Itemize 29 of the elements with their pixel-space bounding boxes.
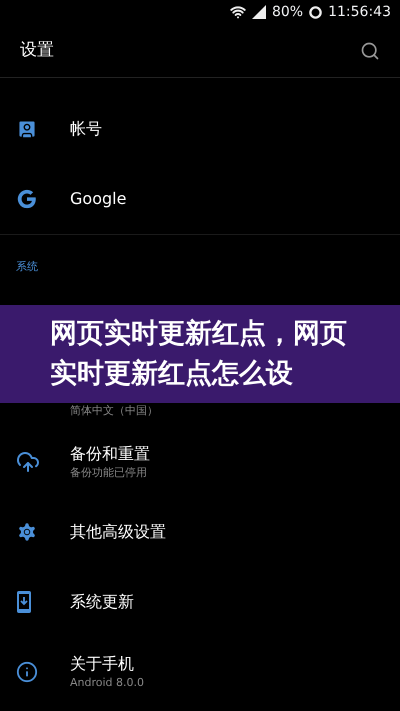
item-subtitle: 备份功能已停用 [70, 464, 148, 481]
battery-percent: 80% [272, 2, 304, 22]
toolbar-title: 设置 [20, 38, 54, 62]
settings-item[interactable]: 帐号 [0, 94, 400, 164]
section-header: 系统 [16, 258, 38, 274]
phone-download-icon [16, 590, 32, 614]
settings-item[interactable]: 系统更新 [0, 567, 400, 637]
settings-item[interactable]: 备份和重置 备份功能已停用 [0, 427, 400, 497]
item-title: 系统更新 [70, 591, 134, 613]
cloud-upload-icon [16, 450, 40, 474]
signal-icon [252, 5, 266, 19]
wifi-icon [230, 4, 246, 20]
banner-text: 网页实时更新红点，网页实时更新红点怎么设 [50, 317, 348, 391]
search-icon[interactable] [360, 40, 380, 60]
item-title: 帐号 [70, 118, 102, 140]
settings-item[interactable]: 其他高级设置 [0, 497, 400, 567]
item-title: 备份和重置 [70, 442, 150, 465]
g-letter-icon [16, 188, 38, 210]
info-icon [16, 661, 38, 683]
clock-time: 11:56:43 [328, 2, 391, 22]
item-subtitle: 简体中文（中国） [70, 403, 158, 419]
item-title: 关于手机 [70, 652, 135, 675]
item-title: Google [70, 188, 126, 210]
settings-item[interactable]: Google [0, 164, 400, 234]
battery-ring-icon [309, 6, 322, 18]
item-subtitle: Android 8.0.0 [70, 674, 144, 691]
settings-item[interactable]: 关于手机 Android 8.0.0 [0, 637, 400, 707]
item-title: 其他高级设置 [70, 521, 166, 543]
settings-icon [16, 521, 38, 543]
